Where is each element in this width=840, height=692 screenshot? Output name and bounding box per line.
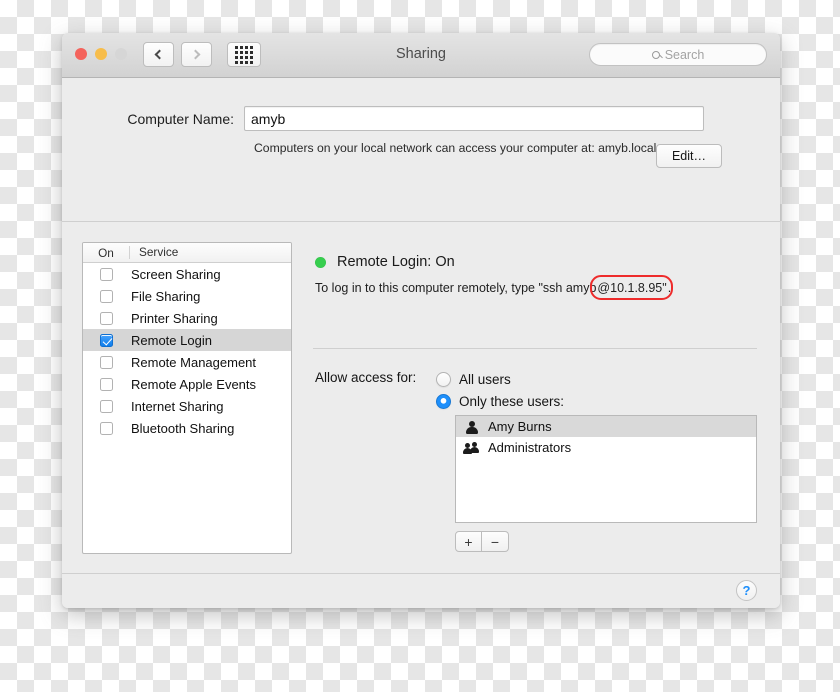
separator-bottom [62, 573, 780, 574]
window-titlebar: Sharing Search [62, 33, 780, 78]
help-button[interactable]: ? [736, 580, 757, 601]
service-checkbox-wrap[interactable] [83, 267, 129, 281]
service-status-title: Remote Login: On [337, 254, 455, 270]
radio-all-users[interactable]: All users [436, 368, 564, 390]
access-radio-group: All users Only these users: [436, 368, 564, 412]
search-icon [651, 50, 660, 59]
separator-top [62, 221, 780, 222]
user-label: Amy Burns [488, 419, 552, 434]
user-label: Administrators [488, 440, 572, 455]
service-label: Bluetooth Sharing [131, 420, 235, 436]
status-indicator-icon [315, 256, 326, 268]
remote-login-instructions: To log in to this computer remotely, typ… [315, 275, 673, 300]
service-row-internet-sharing[interactable]: Internet Sharing [83, 395, 291, 417]
column-header-on: On [98, 245, 114, 260]
checkbox-checked-icon[interactable] [99, 333, 113, 347]
service-checkbox-wrap[interactable] [83, 399, 129, 413]
service-label: Screen Sharing [131, 266, 221, 282]
column-header-service: Service [129, 246, 291, 259]
services-list[interactable]: On Service Screen Sharing File Sharing P… [82, 242, 292, 554]
separator-middle [313, 348, 757, 349]
service-label: Remote Management [131, 354, 257, 370]
ip-address-annotation: @10.1.8.95" [590, 275, 673, 300]
checkbox-icon[interactable] [99, 289, 113, 303]
service-row-bluetooth-sharing[interactable]: Bluetooth Sharing [83, 417, 291, 439]
checkbox-icon[interactable] [99, 311, 113, 325]
service-status-row: Remote Login: On [315, 254, 455, 270]
window-content: Computer Name: amyb Computers on your lo… [62, 78, 780, 608]
service-label: File Sharing [131, 288, 201, 304]
computer-name-row: Computer Name: amyb [62, 106, 780, 131]
remove-user-button[interactable]: − [482, 531, 509, 552]
service-checkbox-wrap[interactable] [83, 377, 129, 391]
service-row-screen-sharing[interactable]: Screen Sharing [83, 263, 291, 285]
radio-only-these-users[interactable]: Only these users: [436, 390, 564, 412]
add-user-button[interactable]: + [455, 531, 482, 552]
user-icon [464, 420, 480, 434]
user-row-administrators[interactable]: Administrators [456, 437, 756, 458]
instructions-prefix: To log in to this computer remotely, typ… [315, 281, 597, 295]
service-checkbox-wrap[interactable] [83, 289, 129, 303]
service-row-remote-apple-events[interactable]: Remote Apple Events [83, 373, 291, 395]
radio-icon[interactable] [436, 371, 451, 387]
radio-label: All users [459, 371, 511, 387]
user-list-controls: + − [455, 531, 509, 552]
instructions-suffix: . [667, 281, 672, 295]
service-label: Printer Sharing [131, 310, 218, 326]
checkbox-icon[interactable] [99, 267, 113, 281]
checkbox-icon[interactable] [99, 399, 113, 413]
allowed-users-list[interactable]: Amy Burns Administrators [455, 415, 757, 523]
service-label: Remote Login [131, 332, 212, 348]
search-placeholder: Search [664, 47, 705, 62]
services-list-header: On Service [83, 243, 291, 263]
computer-name-field[interactable]: amyb [244, 106, 704, 131]
user-row-amy-burns[interactable]: Amy Burns [456, 416, 756, 437]
checkbox-icon[interactable] [99, 355, 113, 369]
service-checkbox-wrap[interactable] [83, 333, 129, 347]
allow-access-label: Allow access for: [315, 370, 417, 385]
computer-name-label: Computer Name: [127, 110, 234, 127]
checkbox-icon[interactable] [99, 421, 113, 435]
service-row-remote-login[interactable]: Remote Login [83, 329, 291, 351]
radio-label: Only these users: [459, 393, 565, 409]
service-checkbox-wrap[interactable] [83, 421, 129, 435]
service-label: Internet Sharing [131, 398, 224, 414]
checkbox-icon[interactable] [99, 377, 113, 391]
service-row-remote-management[interactable]: Remote Management [83, 351, 291, 373]
service-row-printer-sharing[interactable]: Printer Sharing [83, 307, 291, 329]
computer-name-description: Computers on your local network can acce… [254, 141, 657, 155]
service-label: Remote Apple Events [131, 376, 257, 392]
group-icon [463, 441, 480, 455]
search-input[interactable]: Search [589, 43, 767, 66]
sharing-preferences-window: Sharing Search Computer Name: amyb Compu… [62, 33, 780, 608]
service-row-file-sharing[interactable]: File Sharing [83, 285, 291, 307]
service-checkbox-wrap[interactable] [83, 355, 129, 369]
edit-button[interactable]: Edit… [656, 144, 722, 168]
radio-selected-icon[interactable] [436, 393, 451, 409]
service-checkbox-wrap[interactable] [83, 311, 129, 325]
